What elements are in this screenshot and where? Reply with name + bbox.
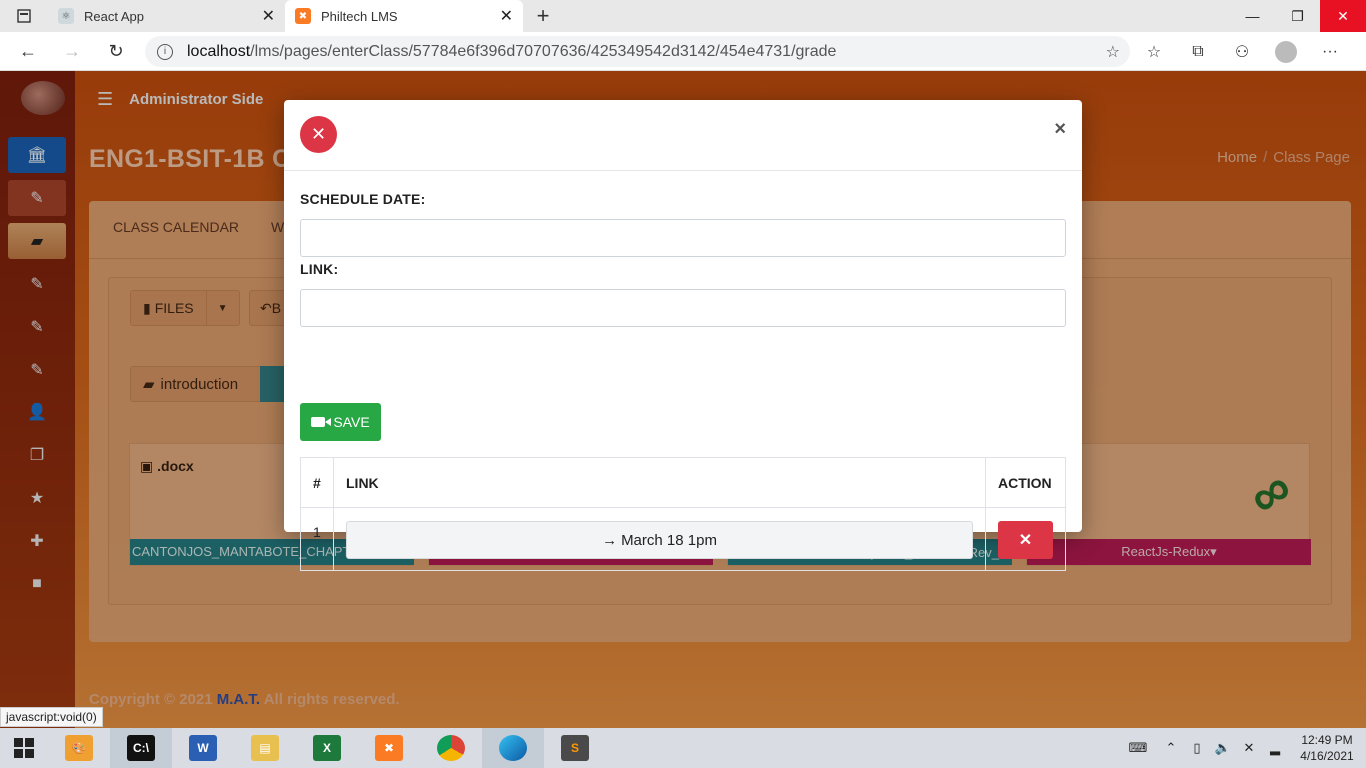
modal-close-button[interactable]: ×	[1054, 118, 1066, 141]
url-path: /lms/pages/enterClass/57784e6f396d707076…	[250, 42, 837, 60]
schedule-date-input[interactable]	[300, 219, 1066, 257]
paint-app-icon[interactable]: 🎨	[48, 728, 110, 768]
edge-app-icon[interactable]	[482, 728, 544, 768]
close-circle-icon[interactable]: ✕	[300, 116, 337, 153]
address-bar: ← → ↻ i localhost/lms/pages/enterClass/5…	[0, 32, 1366, 71]
chrome-app-icon[interactable]	[420, 728, 482, 768]
tab-react-app[interactable]: ⚛ React App ✕	[48, 0, 285, 32]
arrow-right-icon: →	[602, 531, 618, 549]
clock-date: 4/16/2021	[1300, 749, 1354, 763]
col-link: LINK	[333, 457, 986, 508]
save-button[interactable]: SAVE	[300, 403, 381, 441]
file-explorer-icon[interactable]: ▤	[234, 728, 296, 768]
react-icon: ⚛	[58, 8, 74, 24]
link-text: March 18 1pm	[621, 531, 717, 549]
tab-close-icon[interactable]: ✕	[262, 6, 275, 26]
info-icon[interactable]: i	[157, 43, 173, 60]
network-warning-icon[interactable]: ✕	[1236, 740, 1262, 756]
refresh-icon[interactable]: ↻	[94, 32, 138, 71]
battery-icon[interactable]: ▯	[1184, 740, 1210, 756]
video-camera-icon	[311, 417, 332, 427]
tab-title: Philtech LMS	[321, 8, 398, 24]
keyboard-icon[interactable]: ⌨	[1118, 740, 1158, 756]
extensions-icon[interactable]: ⚇	[1220, 42, 1264, 62]
window-close-icon[interactable]: ✕	[1320, 0, 1366, 32]
col-action: ACTION	[985, 457, 1066, 508]
excel-app-icon[interactable]: X	[296, 728, 358, 768]
word-app-icon[interactable]: W	[172, 728, 234, 768]
browser-tabbar: ⚛ React App ✕ ✖ Philtech LMS ✕ + — ❐ ✕	[0, 0, 1366, 32]
xampp-app-icon[interactable]: ✖	[358, 728, 420, 768]
back-arrow-icon[interactable]: ←	[6, 32, 50, 71]
url-input[interactable]: i localhost/lms/pages/enterClass/57784e6…	[145, 36, 1130, 67]
minimize-icon[interactable]: —	[1230, 0, 1275, 32]
link-label: LINK:	[300, 261, 339, 277]
volume-icon[interactable]: 🔈	[1210, 740, 1236, 756]
add-favorite-icon[interactable]: ☆	[1106, 42, 1120, 62]
schedule-date-label: SCHEDULE DATE:	[300, 191, 426, 207]
delete-button[interactable]: ✕	[998, 521, 1053, 559]
windows-start-icon[interactable]	[0, 728, 48, 768]
more-menu-icon[interactable]: ···	[1308, 43, 1352, 61]
signal-icon[interactable]: ▂	[1262, 740, 1288, 756]
maximize-icon[interactable]: ❐	[1275, 0, 1320, 32]
row-action-cell: ✕	[985, 507, 1066, 571]
xampp-icon: ✖	[295, 8, 311, 24]
tab-close-icon[interactable]: ✕	[500, 6, 513, 26]
new-tab-icon[interactable]: +	[523, 0, 563, 32]
profile-avatar[interactable]	[1264, 40, 1308, 63]
system-clock[interactable]: 12:49 PM 4/16/2021	[1288, 732, 1366, 764]
chevron-up-icon[interactable]: ⌃	[1158, 740, 1184, 756]
tab-actions-icon[interactable]	[0, 0, 48, 32]
row-link-cell: → March 18 1pm	[333, 507, 986, 571]
status-tooltip: javascript:void(0)	[0, 707, 103, 727]
table-header-row: # LINK ACTION	[300, 457, 1066, 508]
modal-header: ✕ ×	[284, 100, 1082, 171]
favorites-icon[interactable]: ☆	[1132, 42, 1176, 62]
sublime-app-icon[interactable]: S	[544, 728, 606, 768]
link-input[interactable]	[300, 289, 1066, 327]
open-link-button[interactable]: → March 18 1pm	[346, 521, 973, 559]
system-tray: ⌨ ⌃ ▯ 🔈 ✕ ▂ 12:49 PM 4/16/2021	[1118, 728, 1366, 768]
forward-arrow-icon[interactable]: →	[50, 32, 94, 71]
url-host: localhost	[187, 42, 251, 60]
delete-x-icon: ✕	[1018, 532, 1033, 549]
collections-icon[interactable]: ⧉	[1176, 43, 1220, 61]
table-row: 1 → March 18 1pm ✕	[300, 507, 1066, 571]
save-label: SAVE	[333, 414, 370, 430]
clock-time: 12:49 PM	[1301, 733, 1353, 747]
row-number: 1	[300, 507, 334, 571]
schedule-link-modal: ✕ × SCHEDULE DATE: LINK: SAVE # LINK ACT…	[284, 100, 1082, 571]
links-table: # LINK ACTION 1 → March 18 1pm ✕	[300, 457, 1066, 571]
tab-philtech-lms[interactable]: ✖ Philtech LMS ✕	[285, 0, 523, 32]
windows-taskbar: 🎨 C:\ W ▤ X ✖ S ⌨ ⌃ ▯ 🔈 ✕ ▂ 12:49 PM 4/1…	[0, 728, 1366, 768]
tab-title: React App	[84, 8, 144, 24]
cmd-app-icon[interactable]: C:\	[110, 728, 172, 768]
col-number: #	[300, 457, 334, 508]
